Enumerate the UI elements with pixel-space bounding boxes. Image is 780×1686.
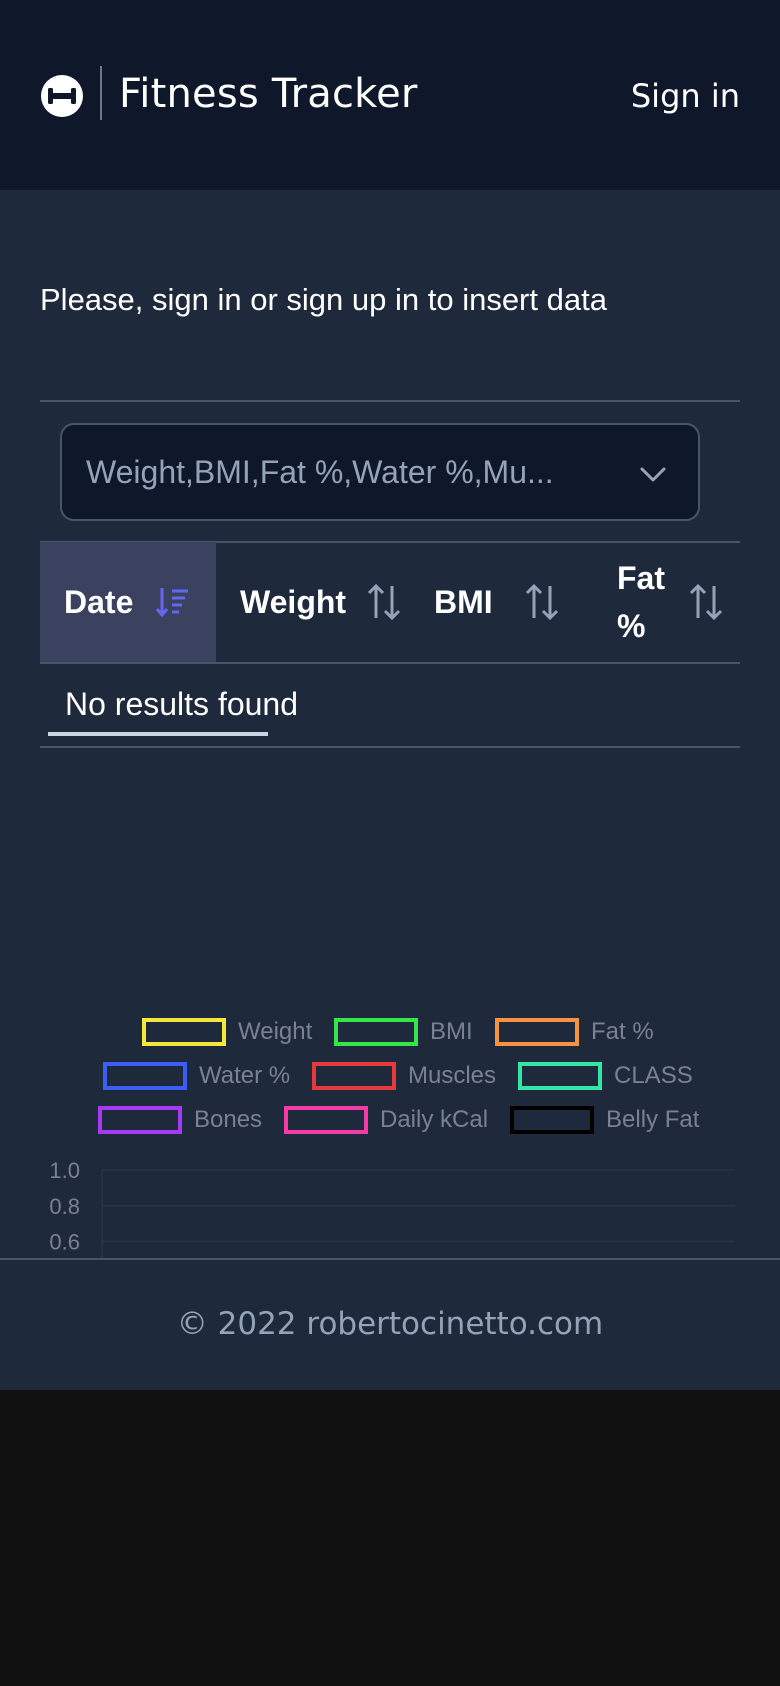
data-table: Date Weight BMI Fat % No results found [40, 542, 740, 748]
legend-item[interactable]: Muscles [312, 1060, 496, 1092]
legend-item[interactable]: Weight [142, 1016, 312, 1048]
column-select[interactable]: Weight,BMI,Fat %,Water %,Mu... [60, 423, 700, 521]
y-tick-label: 1.0 [49, 1158, 80, 1183]
legend-swatch [518, 1062, 602, 1090]
legend-item[interactable]: Bones [98, 1104, 262, 1136]
main-content: Please, sign in or sign up in to insert … [0, 190, 780, 1362]
legend-label: BMI [430, 1018, 473, 1045]
column-header-date[interactable]: Date [40, 542, 216, 662]
table-scrollbar[interactable] [48, 732, 268, 736]
column-header-weight[interactable]: Weight [216, 542, 416, 662]
table-bottom-border [40, 746, 740, 748]
legend-swatch [103, 1062, 187, 1090]
sort-descending-icon [155, 588, 188, 618]
legend-label: Water % [199, 1062, 291, 1089]
empty-table-message: No results found [65, 686, 299, 722]
legend-label: Fat % [591, 1018, 654, 1045]
app-footer: © 2022 robertocinetto.com [0, 1258, 780, 1390]
legend-swatch [510, 1106, 594, 1134]
sort-icon [525, 583, 559, 621]
column-label-fat: Fat [617, 560, 665, 596]
app-header: Fitness Tracker Sign in [0, 0, 780, 190]
legend-item[interactable]: Belly Fat [510, 1104, 699, 1136]
legend-swatch [98, 1106, 182, 1134]
column-header-fat[interactable]: Fat % [576, 542, 740, 662]
column-label-date: Date [64, 584, 134, 620]
legend-label: Muscles [408, 1062, 497, 1089]
legend-swatch [312, 1062, 396, 1090]
legend-swatch [142, 1018, 226, 1046]
sort-icon [367, 583, 401, 621]
sort-icon [689, 583, 723, 621]
legend-label: CLASS [614, 1062, 693, 1089]
legend-item[interactable]: Daily kCal [284, 1104, 488, 1136]
legend-item[interactable]: Water % [103, 1060, 290, 1092]
legend-item[interactable]: Fat % [495, 1016, 654, 1048]
legend-swatch [334, 1018, 418, 1046]
table-header-border [40, 662, 740, 664]
sign-in-link[interactable]: Sign in [631, 76, 740, 116]
legend-label: Weight [238, 1018, 313, 1045]
legend-label: Daily kCal [380, 1106, 489, 1133]
legend-item[interactable]: BMI [334, 1016, 473, 1048]
column-header-bmi[interactable]: BMI [416, 542, 576, 662]
legend-swatch [495, 1018, 579, 1046]
y-tick-label: 0.8 [49, 1194, 80, 1219]
column-label-fat-unit: % [617, 608, 646, 644]
sign-in-notice: Please, sign in or sign up in to insert … [40, 282, 607, 317]
column-label-weight: Weight [240, 584, 347, 620]
copyright-text[interactable]: © 2022 robertocinetto.com [0, 1304, 780, 1344]
legend-label: Bones [194, 1106, 263, 1133]
brand-title[interactable]: Fitness Tracker [119, 70, 418, 118]
legend-item[interactable]: CLASS [518, 1060, 693, 1092]
divider-top [40, 400, 740, 402]
column-select-value: Weight,BMI,Fat %,Water %,Mu... [86, 454, 554, 490]
column-label-bmi: BMI [434, 584, 493, 620]
legend-swatch [284, 1106, 368, 1134]
legend-label: Belly Fat [606, 1106, 700, 1133]
y-tick-label: 0.6 [49, 1230, 80, 1255]
dumbbell-icon[interactable] [40, 74, 84, 118]
chevron-down-icon [640, 467, 666, 482]
brand-divider [100, 66, 102, 120]
